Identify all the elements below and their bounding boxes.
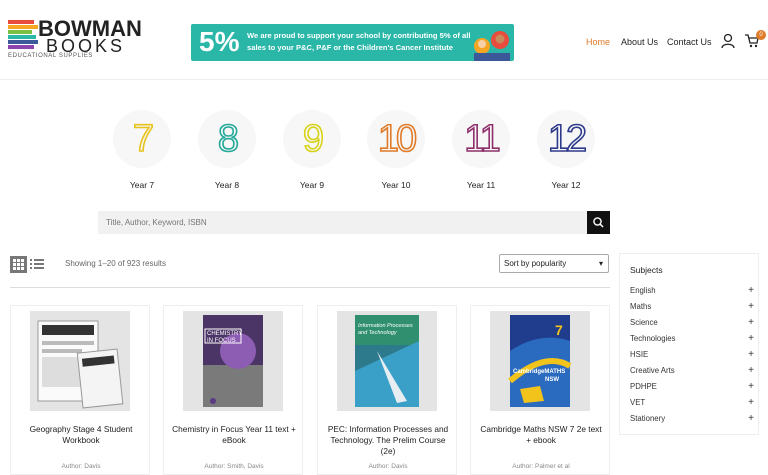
subject-item-pdhpe[interactable]: PDHPE + xyxy=(630,381,754,393)
year-10-label: Year 10 xyxy=(381,180,411,190)
product-card[interactable]: 7 CambridgeMATHS NSW Cambridge Maths NSW… xyxy=(470,305,610,475)
expand-plus-icon[interactable]: + xyxy=(748,397,754,408)
subjects-heading: Subjects xyxy=(630,265,663,275)
nav-contact-link[interactable]: Contact Us xyxy=(667,37,712,48)
year-8-number-icon: 8 xyxy=(217,117,240,161)
subject-label: Creative Arts xyxy=(630,366,675,375)
site-logo[interactable]: BOWMAN BOOKS EDUCATIONAL SUPPLIES xyxy=(8,18,142,60)
sort-selected-value: Sort by popularity xyxy=(504,259,567,268)
expand-plus-icon[interactable]: + xyxy=(748,285,754,296)
svg-text:Information Processes: Information Processes xyxy=(358,323,413,329)
product-image[interactable] xyxy=(30,311,130,411)
search-input[interactable] xyxy=(98,211,587,234)
book-cover-geography xyxy=(30,311,130,411)
product-title[interactable]: Chemistry in Focus Year 11 text + eBook xyxy=(170,424,298,446)
subject-item-stationery[interactable]: Stationery + xyxy=(630,413,754,425)
expand-plus-icon[interactable]: + xyxy=(748,381,754,392)
product-author: Author: Davis xyxy=(368,463,408,470)
expand-plus-icon[interactable]: + xyxy=(748,317,754,328)
year-9-link[interactable]: 9 Year 9 xyxy=(277,110,347,192)
book-cover-chemistry: CHEMISTRY IN FOCUS xyxy=(183,311,283,411)
subject-label: VET xyxy=(630,398,646,407)
subject-label: Stationery xyxy=(630,414,666,423)
svg-text:CHEMISTRY: CHEMISTRY xyxy=(207,331,242,337)
svg-text:7: 7 xyxy=(555,322,563,338)
chevron-down-icon: ▾ xyxy=(598,259,603,268)
year-11-number-icon: 11 xyxy=(463,117,501,161)
subject-label: HSIE xyxy=(630,350,649,359)
product-author: Author: Smith, Davis xyxy=(204,463,264,470)
product-author: Author: Palmer et al xyxy=(512,463,570,470)
expand-plus-icon[interactable]: + xyxy=(748,349,754,360)
subject-label: PDHPE xyxy=(630,382,657,391)
year-9-number-icon: 9 xyxy=(302,117,325,161)
year-7-label: Year 7 xyxy=(129,180,155,190)
logo-tagline: EDUCATIONAL SUPPLIES xyxy=(8,53,94,59)
product-card[interactable]: Information Processes and Technology PEC… xyxy=(317,305,457,475)
subject-item-vet[interactable]: VET + xyxy=(630,397,754,409)
expand-plus-icon[interactable]: + xyxy=(748,301,754,312)
expand-plus-icon[interactable]: + xyxy=(748,413,754,424)
subject-label: English xyxy=(630,286,656,295)
subjects-sidebar: Subjects English + Maths + Science + Techno… xyxy=(619,253,759,435)
svg-text:IN FOCUS: IN FOCUS xyxy=(207,338,236,344)
result-count: Showing 1–20 of 923 results xyxy=(65,259,166,268)
product-title[interactable]: Geography Stage 4 Student Workbook xyxy=(17,424,145,446)
logo-books-icon xyxy=(8,20,40,52)
search-button[interactable] xyxy=(587,211,610,234)
svg-text:CambridgeMATHS: CambridgeMATHS xyxy=(513,369,565,375)
book-cover-cambridge-maths: 7 CambridgeMATHS NSW xyxy=(490,311,590,411)
expand-plus-icon[interactable]: + xyxy=(748,333,754,344)
subject-item-maths[interactable]: Maths + xyxy=(630,301,754,313)
product-title[interactable]: PEC: Information Processes and Technolog… xyxy=(324,424,452,457)
product-search xyxy=(98,211,610,234)
product-image[interactable]: Information Processes and Technology xyxy=(337,311,437,411)
subject-item-hsie[interactable]: HSIE + xyxy=(630,349,754,361)
year-7-number-icon: 7 xyxy=(132,117,155,161)
product-author: Author: Davis xyxy=(61,463,101,470)
subject-item-science[interactable]: Science + xyxy=(630,317,754,329)
subject-item-creative-arts[interactable]: Creative Arts + xyxy=(630,365,754,377)
children-illustration-icon xyxy=(474,31,510,61)
year-8-label: Year 8 xyxy=(214,180,240,190)
site-header: BOWMAN BOOKS EDUCATIONAL SUPPLIES 5% We … xyxy=(0,0,768,80)
product-image[interactable]: CHEMISTRY IN FOCUS xyxy=(183,311,283,411)
banner-percent: 5% xyxy=(199,26,240,57)
user-account-icon[interactable] xyxy=(721,33,735,49)
subject-label: Maths xyxy=(630,302,652,311)
year-12-label: Year 12 xyxy=(551,180,581,190)
subject-item-technologies[interactable]: Technologies + xyxy=(630,333,754,345)
svg-text:and Technology: and Technology xyxy=(358,330,398,336)
year-10-link[interactable]: 10 Year 10 xyxy=(361,110,431,192)
grid-view-icon xyxy=(13,259,24,270)
subject-item-english[interactable]: English + xyxy=(630,285,754,297)
year-10-number-icon: 10 xyxy=(377,117,418,161)
list-view-icon[interactable] xyxy=(30,257,44,271)
product-title[interactable]: Cambridge Maths NSW 7 2e text + ebook xyxy=(477,424,605,446)
divider xyxy=(10,287,610,288)
search-icon xyxy=(593,217,604,228)
product-card[interactable]: CHEMISTRY IN FOCUS Chemistry in Focus Ye… xyxy=(163,305,303,475)
year-8-link[interactable]: 8 Year 8 xyxy=(192,110,262,192)
grid-view-button[interactable] xyxy=(10,256,27,273)
year-12-link[interactable]: 12 Year 12 xyxy=(531,110,601,192)
year-11-label: Year 11 xyxy=(466,180,496,190)
year-11-link[interactable]: 11 Year 11 xyxy=(446,110,516,192)
year-7-link[interactable]: 7 Year 7 xyxy=(107,110,177,192)
banner-text: We are proud to support your school by c… xyxy=(247,31,471,52)
nav-about-link[interactable]: About Us xyxy=(621,37,658,48)
year-12-number-icon: 12 xyxy=(547,117,588,161)
product-image[interactable]: 7 CambridgeMATHS NSW xyxy=(490,311,590,411)
svg-text:NSW: NSW xyxy=(545,377,559,383)
sort-select[interactable]: Sort by popularity ▾ xyxy=(499,254,609,273)
subject-label: Science xyxy=(630,318,658,327)
nav-home-link[interactable]: Home xyxy=(586,37,610,48)
expand-plus-icon[interactable]: + xyxy=(748,365,754,376)
cart-count-badge: 0 xyxy=(756,30,766,40)
subject-label: Technologies xyxy=(630,334,676,343)
year-9-label: Year 9 xyxy=(299,180,325,190)
book-cover-information-processes: Information Processes and Technology xyxy=(337,311,437,411)
promo-banner[interactable]: 5% We are proud to support your school b… xyxy=(191,24,514,61)
product-card[interactable]: Geography Stage 4 Student Workbook Autho… xyxy=(10,305,150,475)
